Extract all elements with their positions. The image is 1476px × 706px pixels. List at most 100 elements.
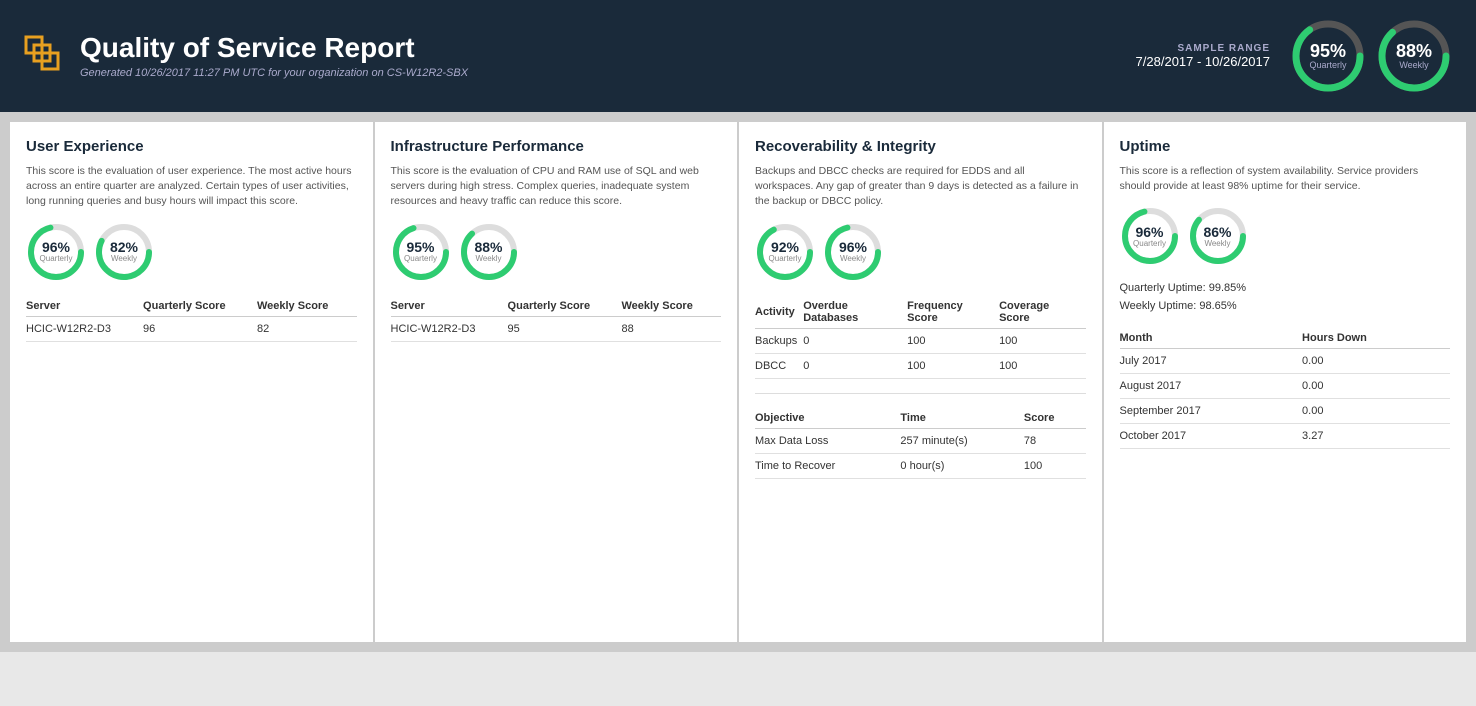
infra-col-weekly: Weekly Score [621,296,721,317]
rec-col-overdue: Overdue Databases [803,296,907,329]
infra-table: Server Quarterly Score Weekly Score HCIC… [391,296,722,342]
ue-col-server: Server [26,296,143,317]
uptime-col-month: Month [1120,328,1303,349]
uptime-weekly-pct: 86% [1203,225,1231,239]
rec-maxloss-score: 78 [1024,428,1086,453]
uptime-oct-hours: 3.27 [1302,423,1450,448]
rec-desc: Backups and DBCC checks are required for… [755,164,1086,210]
rec-quarterly-label: Quarterly [769,254,802,263]
user-experience-section: User Experience This score is the evalua… [10,122,373,642]
ue-table: Server Quarterly Score Weekly Score HCIC… [26,296,357,342]
uptime-sep-hours: 0.00 [1302,398,1450,423]
ue-weekly-pct: 82% [110,240,138,254]
rec-divider [755,393,1086,394]
table-row: Time to Recover 0 hour(s) 100 [755,453,1086,478]
infra-weekly-label: Weekly [474,254,502,263]
header-left: Quality of Service Report Generated 10/2… [24,33,468,79]
rec-weekly-label: Weekly [839,254,867,263]
header-quarterly-inner: 95% Quarterly [1309,42,1346,70]
header-quarterly-label: Quarterly [1309,60,1346,70]
rec-maxloss-time: 257 minute(s) [900,428,1023,453]
infra-col-server: Server [391,296,508,317]
infra-quarterly-pct: 95% [404,240,437,254]
ue-weekly-gauge: 82% Weekly [94,222,154,282]
rec-recover-score: 100 [1024,453,1086,478]
rec-dbcc-coverage: 100 [999,353,1085,378]
table-row: HCIC-W12R2-D3 95 88 [391,316,722,341]
rec-gauges-row: 92% Quarterly 96% Weekly [755,222,1086,282]
ue-quarterly-label: Quarterly [40,254,73,263]
ue-quarterly-pct: 96% [40,240,73,254]
quarterly-uptime-stat: Quarterly Uptime: 99.85% [1120,280,1451,298]
header-title-block: Quality of Service Report Generated 10/2… [80,33,468,79]
rec-dbcc-overdue: 0 [803,353,907,378]
infra-row-server: HCIC-W12R2-D3 [391,316,508,341]
uptime-desc: This score is a reflection of system ava… [1120,164,1451,194]
rec-title: Recoverability & Integrity [755,138,1086,156]
rec-quarterly-pct: 92% [769,240,802,254]
uptime-table: Month Hours Down July 2017 0.00 August 2… [1120,328,1451,449]
rec-obj-col3: Score [1024,408,1086,429]
uptime-quarterly-label: Quarterly [1133,239,1166,248]
ue-weekly-inner: 82% Weekly [110,240,138,263]
weekly-uptime-stat: Weekly Uptime: 98.65% [1120,298,1451,316]
ue-title: User Experience [26,138,357,156]
header-quarterly-pct: 95% [1309,42,1346,60]
ue-quarterly-gauge: 96% Quarterly [26,222,86,282]
uptime-sep-month: September 2017 [1120,398,1303,423]
rec-recover-time: 0 hour(s) [900,453,1023,478]
rec-col-frequency: Frequency Score [907,296,999,329]
infra-quarterly-inner: 95% Quarterly [404,240,437,263]
rec-weekly-gauge: 96% Weekly [823,222,883,282]
rec-weekly-inner: 96% Weekly [839,240,867,263]
table-row: Backups 0 100 100 [755,328,1086,353]
uptime-quarterly-inner: 96% Quarterly [1133,225,1166,248]
table-row: HCIC-W12R2-D3 96 82 [26,316,357,341]
uptime-quarterly-gauge: 96% Quarterly [1120,206,1180,266]
uptime-weekly-label: Weekly [1203,239,1231,248]
rec-objective-table: Objective Time Score Max Data Loss 257 m… [755,408,1086,479]
uptime-title: Uptime [1120,138,1451,156]
header: Quality of Service Report Generated 10/2… [0,0,1476,112]
rec-dbcc-activity: DBCC [755,353,803,378]
ue-weekly-label: Weekly [110,254,138,263]
infra-title: Infrastructure Performance [391,138,722,156]
ue-gauges-row: 96% Quarterly 82% Weekly [26,222,357,282]
sample-range-dates: 7/28/2017 - 10/26/2017 [1136,54,1270,69]
rec-quarterly-inner: 92% Quarterly [769,240,802,263]
rec-activity-table: Activity Overdue Databases Frequency Sco… [755,296,1086,379]
ue-desc: This score is the evaluation of user exp… [26,164,357,210]
uptime-august-hours: 0.00 [1302,373,1450,398]
header-right: SAMPLE RANGE 7/28/2017 - 10/26/2017 95% … [1136,18,1452,94]
main-content: User Experience This score is the evalua… [0,112,1476,652]
uptime-july-month: July 2017 [1120,348,1303,373]
ue-quarterly-inner: 96% Quarterly [40,240,73,263]
rec-backups-frequency: 100 [907,328,999,353]
infra-weekly-pct: 88% [474,240,502,254]
report-subtitle: Generated 10/26/2017 11:27 PM UTC for yo… [80,67,468,79]
infra-row-weekly: 88 [621,316,721,341]
rec-backups-coverage: 100 [999,328,1085,353]
header-quarterly-gauge: 95% Quarterly [1290,18,1366,94]
uptime-quarterly-pct: 96% [1133,225,1166,239]
table-row: September 2017 0.00 [1120,398,1451,423]
ue-row-server: HCIC-W12R2-D3 [26,316,143,341]
header-weekly-label: Weekly [1396,60,1432,70]
uptime-stats: Quarterly Uptime: 99.85% Weekly Uptime: … [1120,280,1451,315]
infra-weekly-gauge: 88% Weekly [459,222,519,282]
uptime-weekly-gauge: 86% Weekly [1188,206,1248,266]
header-gauges: 95% Quarterly 88% Weekly [1290,18,1452,94]
rec-weekly-pct: 96% [839,240,867,254]
sample-range-label: SAMPLE RANGE [1136,43,1270,54]
ue-row-quarterly: 96 [143,316,257,341]
infra-weekly-inner: 88% Weekly [474,240,502,263]
table-row: Max Data Loss 257 minute(s) 78 [755,428,1086,453]
uptime-col-hours: Hours Down [1302,328,1450,349]
ue-col-quarterly: Quarterly Score [143,296,257,317]
uptime-gauges-row: 96% Quarterly 86% Weekly [1120,206,1451,266]
rec-quarterly-gauge: 92% Quarterly [755,222,815,282]
header-weekly-pct: 88% [1396,42,1432,60]
sample-range: SAMPLE RANGE 7/28/2017 - 10/26/2017 [1136,43,1270,69]
infra-desc: This score is the evaluation of CPU and … [391,164,722,210]
rec-backups-activity: Backups [755,328,803,353]
